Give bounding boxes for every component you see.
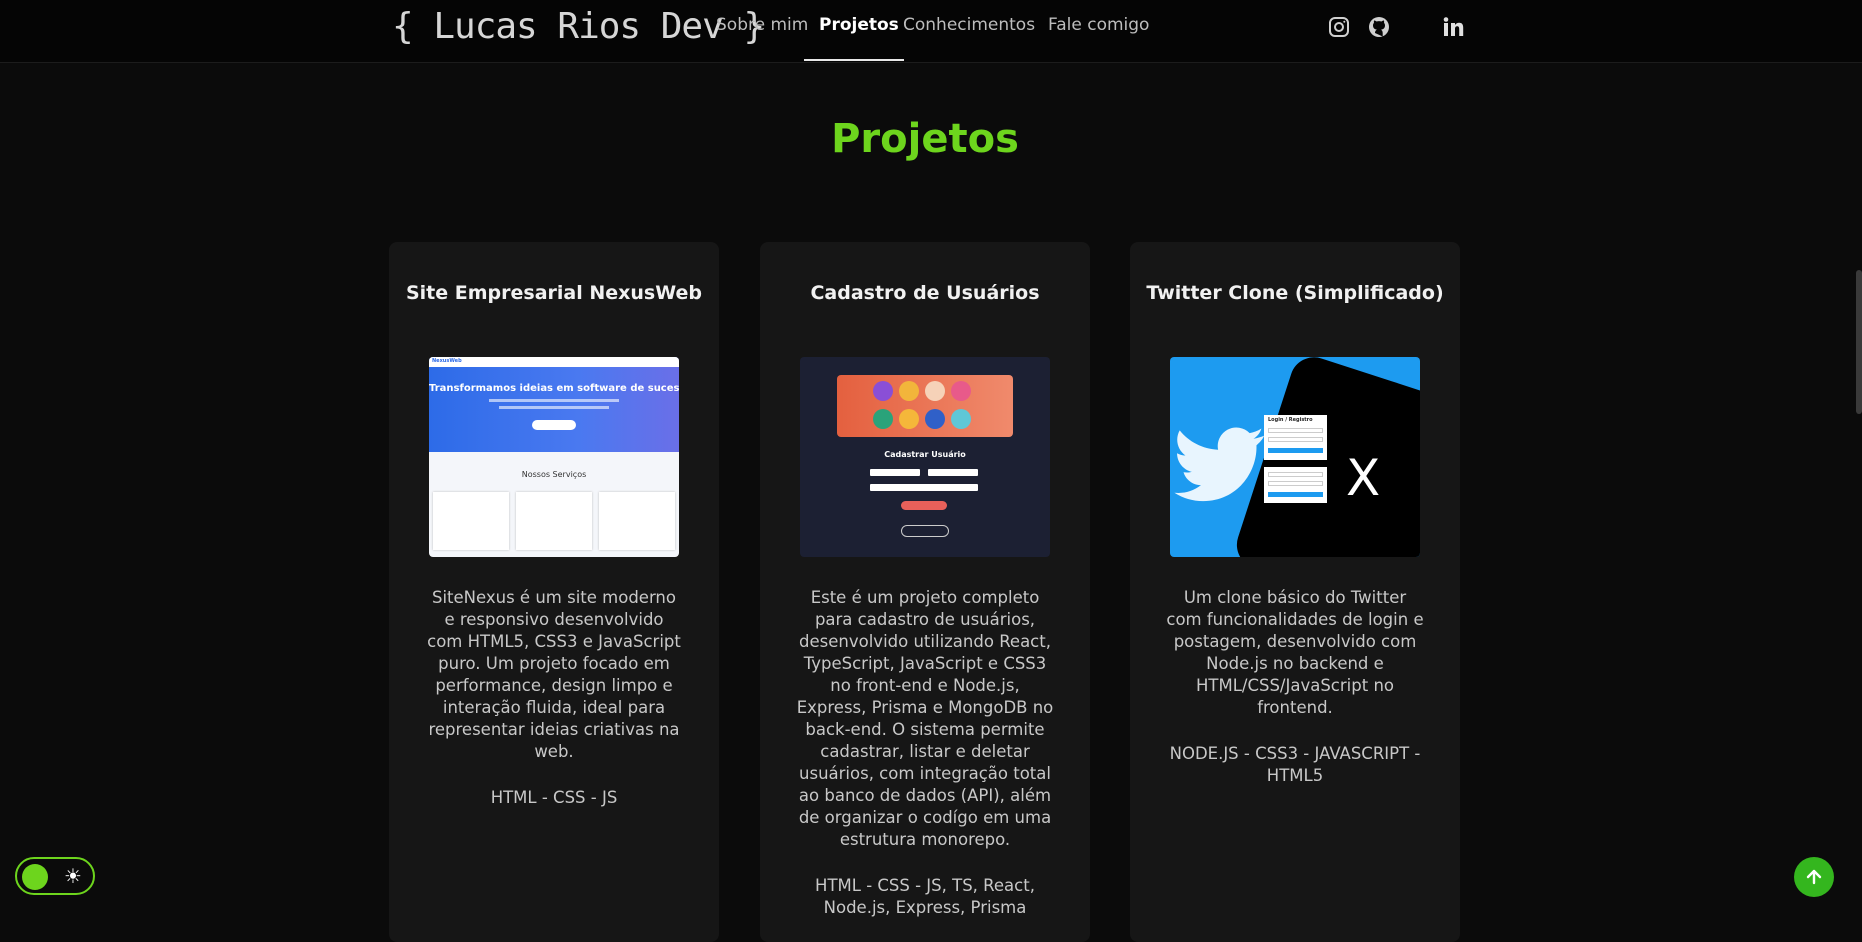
active-nav-indicator [804, 59, 904, 61]
toggle-knob [22, 864, 48, 890]
project-tags: HTML - CSS - JS [490, 788, 618, 807]
linkedin-icon[interactable] [1440, 14, 1466, 40]
thumb-login-form: Login / Registro [1264, 415, 1327, 460]
thumb-list-button [901, 525, 949, 537]
thumb-avatar-banner [837, 375, 1013, 437]
thumb-subtext-line [489, 399, 619, 402]
sun-icon: ☀ [64, 864, 82, 888]
thumb-services-title: Nossos Serviços [521, 470, 587, 479]
thumb-submit-button [901, 501, 947, 510]
thumb-cta [532, 420, 576, 430]
project-tags: HTML - CSS - JS, TS, React, Node.js, Exp… [815, 876, 1035, 917]
thumb-register-form [1264, 467, 1327, 503]
thumb-navbar [429, 357, 679, 367]
project-thumbnail[interactable]: X Login / Registro [1170, 357, 1420, 557]
thumb-hero [429, 357, 679, 452]
nav-link-fale-comigo[interactable]: Fale comigo [1048, 15, 1149, 35]
project-thumbnail[interactable]: NexusWeb Transformamos ideias em softwar… [429, 357, 679, 557]
project-description: Um clone básico do Twitter com funcional… [1166, 587, 1424, 787]
arrow-up-icon [1806, 869, 1822, 885]
description-text: Um clone básico do Twitter com funcional… [1166, 588, 1424, 717]
project-description: SiteNexus é um site moderno e responsivo… [425, 587, 683, 809]
description-text: Este é um projeto completo para cadastro… [796, 588, 1054, 849]
project-card-cadastro: Cadastro de Usuários Cadastrar Usuário E… [760, 242, 1090, 942]
thumb-subtext-line [499, 406, 609, 409]
thumb-brand: NexusWeb [432, 358, 462, 364]
site-logo[interactable]: { Lucas Rios Dev } [392, 6, 765, 47]
navbar: { Lucas Rios Dev } Sobre mim Projetos Co… [0, 0, 1862, 63]
back-to-top-button[interactable] [1794, 857, 1834, 897]
description-text: SiteNexus é um site moderno e responsivo… [427, 588, 681, 761]
nav-link-projetos[interactable]: Projetos [819, 15, 899, 35]
project-card-nexusweb: Site Empresarial NexusWeb NexusWeb Trans… [389, 242, 719, 942]
project-description: Este é um projeto completo para cadastro… [796, 587, 1054, 919]
thumb-service-card [599, 492, 675, 550]
thumb-input [870, 469, 920, 476]
project-thumbnail[interactable]: Cadastrar Usuário [800, 357, 1050, 557]
thumb-input [870, 484, 978, 491]
x-logo-icon: X [1346, 449, 1381, 507]
nav-link-conhecimentos[interactable]: Conhecimentos [903, 15, 1035, 35]
thumb-service-card [433, 492, 509, 550]
thumb-input [928, 469, 978, 476]
project-title: Twitter Clone (Simplificado) [1146, 282, 1444, 304]
thumb-form-title: Cadastrar Usuário [884, 450, 966, 459]
project-title: Site Empresarial NexusWeb [405, 282, 703, 304]
project-title: Cadastro de Usuários [810, 282, 1040, 304]
theme-toggle[interactable]: ☀ [15, 857, 95, 895]
page-scrollbar[interactable] [1856, 270, 1862, 414]
thumb-login-title: Login / Registro [1268, 417, 1313, 423]
section-title: Projetos [831, 116, 1019, 162]
github-icon[interactable] [1366, 14, 1392, 40]
nav-link-sobre-mim[interactable]: Sobre mim [716, 15, 808, 35]
project-card-twitter-clone: Twitter Clone (Simplificado) X Login / R… [1130, 242, 1460, 942]
instagram-icon[interactable] [1326, 14, 1352, 40]
thumb-headline: Transformamos ideias em software de suce… [429, 383, 679, 394]
project-tags: NODE.JS - CSS3 - JAVASCRIPT - HTML5 [1169, 744, 1421, 785]
thumb-service-card [516, 492, 592, 550]
